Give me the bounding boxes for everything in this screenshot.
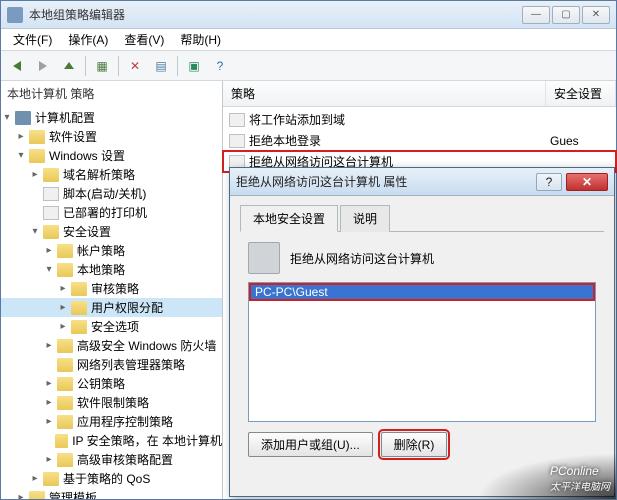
tree-node-scripts[interactable]: 脚本(启动/关机) — [1, 184, 222, 203]
tree-node-user-rights[interactable]: ▸用户权限分配 — [1, 298, 222, 317]
dialog-titlebar: 拒绝从网络访问这台计算机 属性 ? ✕ — [230, 168, 614, 196]
help-button[interactable]: ? — [208, 54, 232, 78]
tree-label: 安全设置 — [63, 223, 111, 240]
policy-icon — [229, 134, 245, 148]
dialog-title: 拒绝从网络访问这台计算机 属性 — [236, 173, 536, 190]
tree-node-dns-policy[interactable]: ▸域名解析策略 — [1, 165, 222, 184]
toolbar-separator — [177, 56, 178, 76]
tree-label: 脚本(启动/关机) — [63, 185, 146, 202]
menu-view[interactable]: 查看(V) — [116, 29, 172, 50]
tree-node-software-restriction[interactable]: ▸软件限制策略 — [1, 393, 222, 412]
col-security[interactable]: 安全设置 — [546, 81, 616, 106]
properties-dialog: 拒绝从网络访问这台计算机 属性 ? ✕ 本地安全设置 说明 拒绝从网络访问这台计… — [229, 167, 615, 497]
list-row[interactable]: 拒绝本地登录Gues — [223, 130, 616, 151]
tree-label: 高级审核策略配置 — [77, 451, 173, 468]
show-hide-button[interactable]: ▦ — [90, 54, 114, 78]
titlebar: 本地组策略编辑器 — ▢ ✕ — [1, 1, 616, 29]
tree-pane[interactable]: 本地计算机 策略 ▾计算机配置 ▸软件设置 ▾Windows 设置 ▸域名解析策… — [1, 81, 223, 499]
minimize-button[interactable]: — — [522, 6, 550, 24]
policy-icon — [248, 242, 280, 274]
tree-header: 本地计算机 策略 — [1, 81, 222, 106]
remove-button[interactable]: 删除(R) — [381, 432, 448, 457]
tree-label: Windows 设置 — [49, 147, 125, 164]
tab-panel: 拒绝从网络访问这台计算机 PC-PC\Guest 添加用户或组(U)... 删除… — [240, 232, 604, 484]
menu-action[interactable]: 操作(A) — [60, 29, 116, 50]
tree-label: 网络列表管理器策略 — [77, 356, 185, 373]
export-button[interactable]: ▣ — [182, 54, 206, 78]
tree-node-account-policies[interactable]: ▸帐户策略 — [1, 241, 222, 260]
list-row[interactable]: 将工作站添加到域 — [223, 109, 616, 130]
menubar: 文件(F) 操作(A) 查看(V) 帮助(H) — [1, 29, 616, 51]
window-title: 本地组策略编辑器 — [29, 6, 522, 23]
toolbar-separator — [118, 56, 119, 76]
tree-label: 计算机配置 — [35, 109, 95, 126]
add-user-button[interactable]: 添加用户或组(U)... — [248, 432, 373, 457]
tab-strip: 本地安全设置 说明 — [240, 204, 604, 232]
tree-label: 基于策略的 QoS — [63, 470, 150, 487]
tree-label: 审核策略 — [91, 280, 139, 297]
tree-node-ipsec[interactable]: IP 安全策略，在 本地计算机 — [1, 431, 222, 450]
tree-label: 帐户策略 — [77, 242, 125, 259]
tree-label: 域名解析策略 — [63, 166, 135, 183]
tree-node-adv-firewall[interactable]: ▸高级安全 Windows 防火墙 — [1, 336, 222, 355]
maximize-button[interactable]: ▢ — [552, 6, 580, 24]
properties-button[interactable]: ▤ — [149, 54, 173, 78]
main-window: 本地组策略编辑器 — ▢ ✕ 文件(F) 操作(A) 查看(V) 帮助(H) ▦… — [0, 0, 617, 500]
tree-label: 已部署的打印机 — [63, 204, 147, 221]
delete-button[interactable]: ✕ — [123, 54, 147, 78]
tree-node-deployed-printers[interactable]: 已部署的打印机 — [1, 203, 222, 222]
tree-node-software-settings[interactable]: ▸软件设置 — [1, 127, 222, 146]
tree-label: 安全选项 — [91, 318, 139, 335]
tree-label: 管理模板 — [49, 489, 97, 499]
list-header: 策略 安全设置 — [223, 81, 616, 107]
user-list[interactable]: PC-PC\Guest — [248, 282, 596, 422]
close-button[interactable]: ✕ — [582, 6, 610, 24]
tree-label: 用户权限分配 — [91, 299, 163, 316]
list-row-label: 拒绝本地登录 — [249, 132, 550, 149]
menu-file[interactable]: 文件(F) — [5, 29, 60, 50]
tab-explain[interactable]: 说明 — [340, 205, 390, 232]
tree-label: 本地策略 — [77, 261, 125, 278]
tree-node-qos[interactable]: ▸基于策略的 QoS — [1, 469, 222, 488]
tree-node-public-key[interactable]: ▸公钥策略 — [1, 374, 222, 393]
dialog-close-button[interactable]: ✕ — [566, 173, 608, 191]
app-icon — [7, 7, 23, 23]
back-button[interactable] — [5, 54, 29, 78]
tree-label: 应用程序控制策略 — [77, 413, 173, 430]
menu-help[interactable]: 帮助(H) — [172, 29, 229, 50]
tree-label: IP 安全策略，在 本地计算机 — [72, 432, 222, 449]
tree-node-admin-templates[interactable]: ▸管理模板 — [1, 488, 222, 499]
tree-label: 软件限制策略 — [77, 394, 149, 411]
tree-label: 软件设置 — [49, 128, 97, 145]
tree-label: 高级安全 Windows 防火墙 — [77, 337, 216, 354]
forward-button[interactable] — [31, 54, 55, 78]
list-row-label: 将工作站添加到域 — [249, 111, 550, 128]
tree-node-security-options[interactable]: ▸安全选项 — [1, 317, 222, 336]
up-button[interactable] — [57, 54, 81, 78]
tree-node-windows-settings[interactable]: ▾Windows 设置 — [1, 146, 222, 165]
tree-label: 公钥策略 — [77, 375, 125, 392]
tree-node-adv-audit[interactable]: ▸高级审核策略配置 — [1, 450, 222, 469]
col-policy[interactable]: 策略 — [223, 81, 546, 106]
dialog-help-button[interactable]: ? — [536, 173, 562, 191]
policy-name-label: 拒绝从网络访问这台计算机 — [290, 250, 434, 267]
tree-node-security-settings[interactable]: ▾安全设置 — [1, 222, 222, 241]
tree-node-network-list[interactable]: 网络列表管理器策略 — [1, 355, 222, 374]
list-row-value: Gues — [550, 134, 610, 148]
toolbar: ▦ ✕ ▤ ▣ ? — [1, 51, 616, 81]
policy-icon — [229, 113, 245, 127]
tree-node-app-control[interactable]: ▸应用程序控制策略 — [1, 412, 222, 431]
toolbar-separator — [85, 56, 86, 76]
tree-node-audit-policy[interactable]: ▸审核策略 — [1, 279, 222, 298]
tree-node-local-policies[interactable]: ▾本地策略 — [1, 260, 222, 279]
tab-local-security[interactable]: 本地安全设置 — [240, 205, 338, 232]
user-list-item[interactable]: PC-PC\Guest — [249, 283, 595, 301]
tree-node-computer-config[interactable]: ▾计算机配置 — [1, 108, 222, 127]
